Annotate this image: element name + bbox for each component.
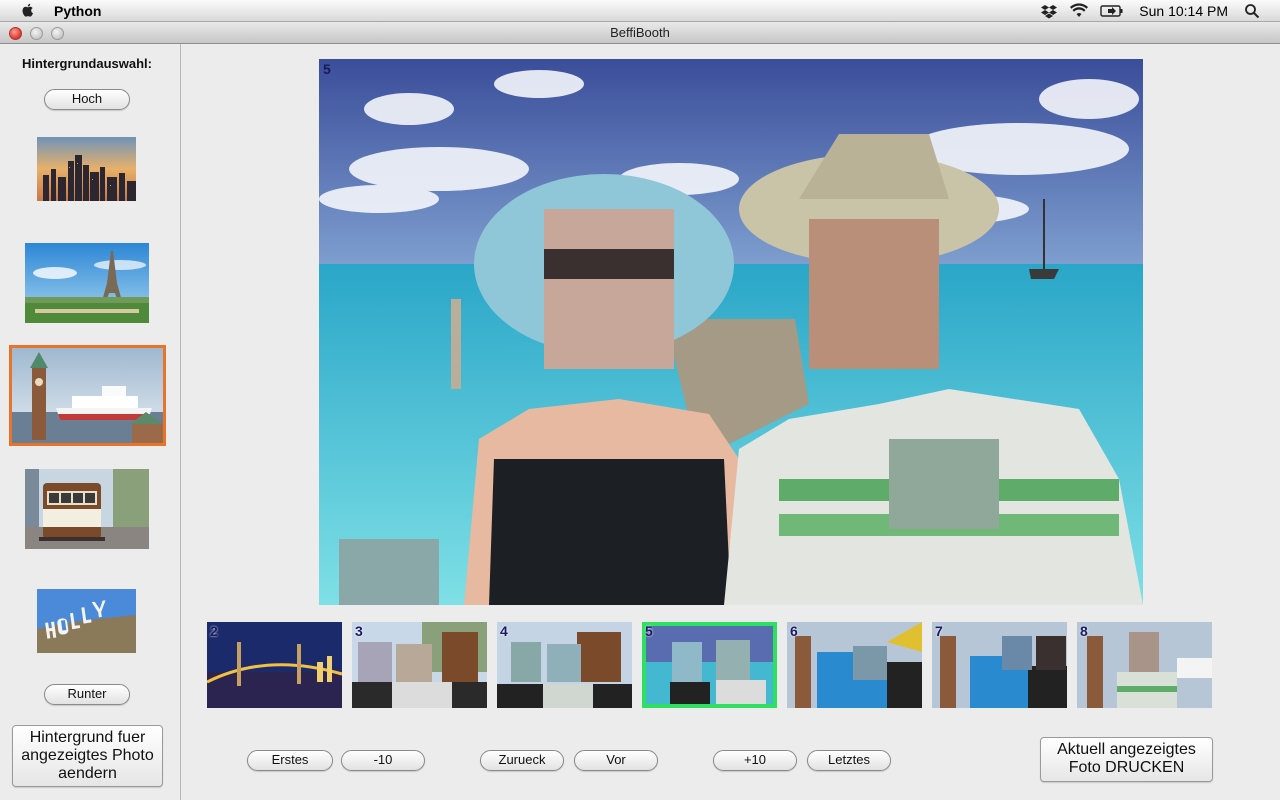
strip-thumb-5[interactable]: 5 <box>642 622 777 708</box>
previous-photo-button[interactable]: Zurueck <box>480 750 564 771</box>
window-content: Hintergrundauswahl: Hoch Runter Hintergr… <box>0 44 1280 800</box>
background-thumb-hamburg-harbor[interactable] <box>9 345 166 446</box>
strip-number: 8 <box>1080 623 1088 639</box>
print-photo-button[interactable]: Aktuell angezeigtes Foto DRUCKEN <box>1040 737 1213 782</box>
strip-thumb-3[interactable]: 3 <box>352 622 487 708</box>
background-thumb-cable-car[interactable] <box>25 469 149 549</box>
strip-thumb-7[interactable]: 7 <box>932 622 1067 708</box>
strip-number: 7 <box>935 623 943 639</box>
sidebar-title: Hintergrundauswahl: <box>21 56 152 71</box>
forward-10-button[interactable]: +10 <box>713 750 797 771</box>
strip-thumb-8[interactable]: 8 <box>1077 622 1212 708</box>
wifi-icon[interactable] <box>1069 3 1089 19</box>
close-window-button[interactable] <box>9 27 22 40</box>
clock[interactable]: Sun 10:14 PM <box>1139 3 1228 19</box>
window-title: BeffiBooth <box>610 25 670 40</box>
strip-number: 2 <box>210 623 218 639</box>
background-thumb-city-skyline[interactable] <box>37 137 136 201</box>
dropbox-icon[interactable] <box>1040 3 1058 19</box>
strip-thumb-6[interactable]: 6 <box>787 622 922 708</box>
strip-thumb-2[interactable]: 2 <box>207 622 342 708</box>
main-photo: 5 <box>319 59 1143 605</box>
last-photo-button[interactable]: Letztes <box>807 750 891 771</box>
main-photo-image <box>319 59 1143 605</box>
background-thumb-eiffel-tower[interactable] <box>25 243 149 323</box>
apple-icon[interactable] <box>20 2 36 18</box>
zoom-window-button[interactable] <box>51 27 64 40</box>
strip-number: 5 <box>645 623 653 639</box>
background-sidebar: Hintergrundauswahl: Hoch Runter Hintergr… <box>0 44 181 800</box>
next-photo-button[interactable]: Vor <box>574 750 658 771</box>
scroll-down-button[interactable]: Runter <box>44 684 130 705</box>
background-thumb-hollywood-sign[interactable] <box>37 589 136 653</box>
strip-number: 3 <box>355 623 363 639</box>
spotlight-icon[interactable] <box>1244 3 1260 19</box>
main-photo-number: 5 <box>323 61 331 77</box>
menu-bar: Python Sun 10:14 PM <box>0 0 1280 22</box>
window-title-bar: BeffiBooth <box>0 22 1280 44</box>
strip-number: 4 <box>500 623 508 639</box>
battery-icon[interactable] <box>1100 3 1124 19</box>
strip-number: 6 <box>790 623 798 639</box>
back-10-button[interactable]: -10 <box>341 750 425 771</box>
change-background-button[interactable]: Hintergrund fuer angezeigtes Photo aende… <box>12 725 163 787</box>
app-menu[interactable]: Python <box>54 3 101 19</box>
scroll-up-button[interactable]: Hoch <box>44 89 130 110</box>
strip-thumb-4[interactable]: 4 <box>497 622 632 708</box>
minimize-window-button[interactable] <box>30 27 43 40</box>
first-photo-button[interactable]: Erstes <box>247 750 333 771</box>
